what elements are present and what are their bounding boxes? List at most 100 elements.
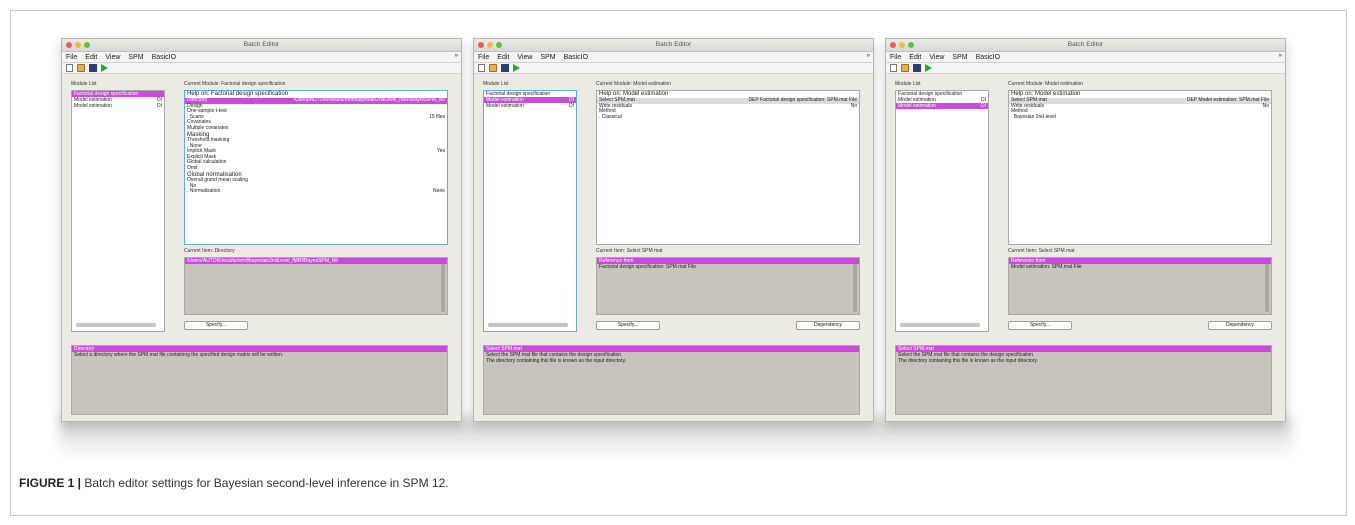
current-item-scrollbar[interactable] (1265, 264, 1269, 312)
module-field-row[interactable]: Help on: Factorial design specification (185, 91, 447, 98)
module-field-row[interactable]: . Normalisation None (185, 189, 447, 195)
field-value: No (850, 102, 857, 109)
module-flag: DI (157, 103, 162, 109)
current-module-label: Current Module: Model estimation (1008, 81, 1084, 87)
current-item-scrollbar[interactable] (441, 264, 445, 312)
current-module-panel[interactable]: Help on: Model estimation Select SPM.mat D… (596, 90, 860, 245)
menu-bar: File Edit View SPM BasicIO » (886, 52, 1285, 63)
module-flag: DI (981, 103, 986, 109)
open-folder-icon[interactable] (77, 64, 85, 72)
current-item-panel[interactable]: /Users/AUTOR/results/nmrf/bayesian2ndLev… (184, 257, 448, 315)
toolbar (62, 63, 461, 74)
module-list-item[interactable]: Model estimation DI (896, 103, 988, 109)
menu-spm[interactable]: SPM (952, 54, 967, 61)
menu-edit[interactable]: Edit (909, 54, 921, 61)
menu-edit[interactable]: Edit (497, 54, 509, 61)
new-file-icon[interactable] (66, 64, 73, 72)
menu-basicio[interactable]: BasicIO (976, 54, 1001, 61)
batch-editor-window-1: Batch Editor File Edit View SPM BasicIO » Modul… (61, 38, 462, 422)
current-item-label: Current Item: Select SPM.mat (1008, 248, 1075, 254)
menu-file[interactable]: File (890, 54, 901, 61)
current-module-label: Current Module: Factorial design specifi… (184, 81, 286, 87)
module-field-row[interactable]: . Classical (597, 113, 859, 121)
figure-caption: FIGURE 1 | Batch editor settings for Bay… (19, 476, 1319, 490)
current-item-label: Current Item: Select SPM.mat (596, 248, 663, 254)
menu-view[interactable]: View (929, 54, 944, 61)
open-folder-icon[interactable] (489, 64, 497, 72)
menu-spm[interactable]: SPM (128, 54, 143, 61)
specify-button[interactable]: Specify... (184, 321, 248, 330)
title-bar: Batch Editor (474, 39, 873, 52)
module-name: Model estimation (74, 103, 112, 109)
menu-view[interactable]: View (105, 54, 120, 61)
module-list-label: Module List (71, 81, 97, 87)
specify-button[interactable]: Specify... (1008, 321, 1072, 330)
window-title: Batch Editor (1067, 41, 1104, 48)
run-batch-icon[interactable] (513, 64, 520, 72)
current-module-label: Current Module: Model estimation (596, 81, 672, 87)
save-icon[interactable] (501, 64, 509, 72)
menu-overflow-icon[interactable]: » (1279, 53, 1282, 59)
help-text-line: The directory containing this file is kn… (898, 358, 1038, 364)
current-item-panel[interactable]: Reference from Model estimation: SPM.mat … (1008, 257, 1272, 315)
run-batch-icon[interactable] (101, 64, 108, 72)
module-list-label: Module List (895, 81, 921, 87)
menu-spm[interactable]: SPM (540, 54, 555, 61)
field-value: No (1262, 102, 1269, 109)
module-flag: DI (569, 103, 574, 109)
field-value: Yes (436, 148, 445, 155)
module-name: Model estimation (486, 103, 524, 109)
help-panel: Directory Select a directory where the SP… (71, 345, 448, 415)
dependency-button[interactable]: Dependency (1208, 321, 1272, 330)
module-list-scrollbar[interactable] (76, 323, 156, 327)
toolbar (474, 63, 873, 74)
menu-view[interactable]: View (517, 54, 532, 61)
window-shadow (60, 418, 1292, 458)
module-list-item[interactable]: Model estimation DI (72, 103, 164, 109)
current-item-panel[interactable]: Reference from Factorial design specifica… (596, 257, 860, 315)
menu-basicio[interactable]: BasicIO (152, 54, 177, 61)
help-panel: Select SPM.mat Select the SPM.mat file th… (483, 345, 860, 415)
menu-basicio[interactable]: BasicIO (564, 54, 589, 61)
title-bar: Batch Editor (886, 39, 1285, 52)
menu-edit[interactable]: Edit (85, 54, 97, 61)
module-list-scrollbar[interactable] (900, 323, 980, 327)
caption-text: Batch editor settings for Bayesian secon… (81, 476, 449, 490)
module-field-row[interactable]: . Bayesian 2nd-level (1009, 113, 1271, 121)
module-list[interactable]: Factorial design specification Model esti… (895, 90, 989, 332)
field-label: . Normalisation (187, 188, 221, 195)
new-file-icon[interactable] (890, 64, 897, 72)
module-list-item[interactable]: Model estimation DI (484, 103, 576, 109)
current-module-panel[interactable]: Help on: Model estimation Select SPM.mat D… (1008, 90, 1272, 245)
menu-overflow-icon[interactable]: » (455, 53, 458, 59)
menu-file[interactable]: File (66, 54, 77, 61)
current-item-value[interactable]: /Users/AUTOR/results/nmrf/bayesian2ndLev… (185, 258, 447, 264)
new-file-icon[interactable] (478, 64, 485, 72)
module-list[interactable]: Factorial design specification Model esti… (71, 90, 165, 332)
menu-bar: File Edit View SPM BasicIO » (62, 52, 461, 63)
current-item-scrollbar[interactable] (853, 264, 857, 312)
field-label: . Bayesian 2nd-level (1011, 113, 1057, 120)
field-label: . Classical (599, 113, 622, 120)
menu-file[interactable]: File (478, 54, 489, 61)
batch-editor-window-2: Batch Editor File Edit View SPM BasicIO » Modul… (473, 38, 874, 422)
open-folder-icon[interactable] (901, 64, 909, 72)
module-list[interactable]: Factorial design specification Model esti… (483, 90, 577, 332)
save-icon[interactable] (913, 64, 921, 72)
current-item-text: Factorial design specification: SPM.mat … (599, 264, 696, 270)
save-icon[interactable] (89, 64, 97, 72)
window-title: Batch Editor (655, 41, 692, 48)
field-value: DEP Factorial design specification: SPM.… (748, 97, 857, 103)
current-item-label: Current Item: Directory (184, 248, 235, 254)
toolbar (886, 63, 1285, 74)
field-value: /Users/AUTOR/results/nmrf/bayesian2ndLev… (293, 98, 445, 103)
title-bar: Batch Editor (62, 39, 461, 52)
module-list-label: Module List (483, 81, 509, 87)
help-text-line: Select a directory where the SPM.mat fil… (74, 352, 284, 358)
specify-button[interactable]: Specify... (596, 321, 660, 330)
dependency-button[interactable]: Dependency (796, 321, 860, 330)
current-module-panel[interactable]: Help on: Factorial design specification D… (184, 90, 448, 245)
run-batch-icon[interactable] (925, 64, 932, 72)
module-list-scrollbar[interactable] (488, 323, 568, 327)
menu-overflow-icon[interactable]: » (867, 53, 870, 59)
